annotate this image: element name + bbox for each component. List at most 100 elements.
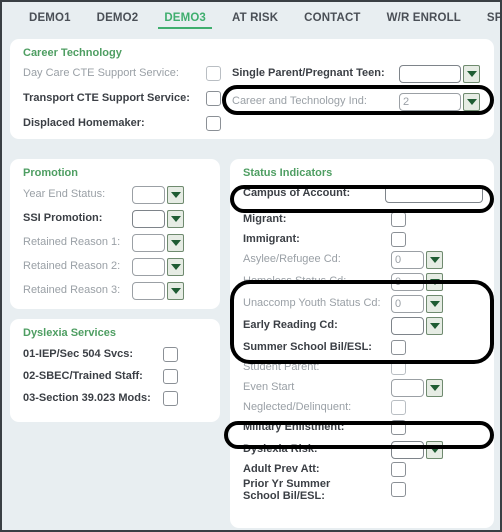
chevron-down-icon-retained-reason-1[interactable] <box>167 233 184 252</box>
triangle-glyph <box>429 322 440 329</box>
checkbox-military-enlistment[interactable] <box>391 420 406 435</box>
chevron-down-icon-even-start[interactable] <box>426 378 443 397</box>
checkbox-student-parent[interactable] <box>391 360 406 375</box>
field-row-unaccomp-youth-status-cd: Unaccomp Youth Status Cd: 0 <box>243 293 483 314</box>
field-label-year-end-status: Year End Status: <box>23 188 106 200</box>
panel-dyslexia-services: Dyslexia Services 01-IEP/Sec 504 Svcs: 02… <box>10 319 220 422</box>
tab-w-r-enroll[interactable]: W/R ENROLL <box>374 2 474 33</box>
field-label-retained-reason-1: Retained Reason 1: <box>23 236 121 248</box>
field-label-01-iep-sec-504-svcs: 01-IEP/Sec 504 Svcs: <box>23 348 134 360</box>
field-control-01-iep-sec-504-svcs <box>163 347 178 362</box>
field-row-career-and-technology-ind: Career and Technology Ind: 2 <box>232 91 482 112</box>
field-row-transport-cte-support-service: Transport CTE Support Service: <box>23 88 223 109</box>
field-row-military-enlistment: Military Enlistment: <box>243 417 483 438</box>
checkbox-01-iep-sec-504-svcs[interactable] <box>163 347 178 362</box>
field-row-ssi-promotion: SSI Promotion: <box>23 208 213 229</box>
field-control-03-section-39-023-mods <box>163 391 178 406</box>
triangle-glyph <box>429 300 440 307</box>
field-control-migrant <box>391 212 406 227</box>
chevron-down-icon-single-parent-pregnant-teen[interactable] <box>463 64 480 83</box>
select-value-even-start[interactable] <box>391 378 424 397</box>
field-row-homeless-status-cd: Homeless Status Cd: 0 <box>243 271 483 292</box>
chevron-down-icon-early-reading-cd[interactable] <box>426 316 443 335</box>
select-value-unaccomp-youth-status-cd[interactable]: 0 <box>391 294 424 313</box>
chevron-down-icon-homeless-status-cd[interactable] <box>426 272 443 291</box>
field-label-immigrant: Immigrant: <box>243 233 300 245</box>
section-title-status-indicators: Status Indicators <box>243 167 333 179</box>
triangle-glyph <box>429 384 440 391</box>
tab-spe[interactable]: SPE <box>474 2 500 33</box>
field-row-displaced-homemaker: Displaced Homemaker: <box>23 113 223 134</box>
checkbox-03-section-39-023-mods[interactable] <box>163 391 178 406</box>
chevron-down-icon-dyslexia-risk[interactable] <box>426 440 443 459</box>
field-row-migrant: Migrant: <box>243 209 483 230</box>
select-value-dyslexia-risk[interactable] <box>391 440 424 459</box>
select-value-ssi-promotion[interactable] <box>132 209 165 228</box>
field-control-year-end-status <box>132 185 184 204</box>
triangle-glyph <box>170 215 181 222</box>
tab-bar: DEMO1 DEMO2 DEMO3 AT RISK CONTACT W/R ENROLL S… <box>2 2 500 33</box>
tab-demo1[interactable]: DEMO1 <box>16 2 84 33</box>
chevron-down-icon-career-and-technology-ind[interactable] <box>463 92 480 111</box>
field-row-campus-of-account: Campus of Account: <box>243 183 483 204</box>
tab-at-risk[interactable]: AT RISK <box>219 2 291 33</box>
checkbox-day-care-cte-support-service[interactable] <box>206 66 221 81</box>
checkbox-neglected-delinquent[interactable] <box>391 400 406 415</box>
field-label-prior-yr-summer-school-bil-esl: Prior Yr Summer School Bil/ESL: <box>243 477 331 502</box>
section-title-career-technology: Career Technology <box>23 47 122 59</box>
panel-status-indicators: Status Indicators Campus of Account: Migr… <box>230 159 494 528</box>
chevron-down-icon-asylee-refugee-cd[interactable] <box>426 250 443 269</box>
checkbox-02-sbec-trained-staff[interactable] <box>163 369 178 384</box>
field-row-single-parent-pregnant-teen: Single Parent/Pregnant Teen: <box>232 63 482 84</box>
triangle-glyph <box>170 287 181 294</box>
field-row-day-care-cte-support-service: Day Care CTE Support Service: <box>23 63 223 84</box>
select-value-asylee-refugee-cd[interactable]: 0 <box>391 250 424 269</box>
checkbox-migrant[interactable] <box>391 212 406 227</box>
select-value-retained-reason-3[interactable] <box>132 281 165 300</box>
tab-demo3[interactable]: DEMO3 <box>151 2 219 33</box>
field-control-transport-cte-support-service <box>206 91 221 106</box>
checkbox-displaced-homemaker[interactable] <box>206 116 221 131</box>
field-control-campus-of-account <box>385 184 483 203</box>
chevron-down-icon-ssi-promotion[interactable] <box>167 209 184 228</box>
field-label-neglected-delinquent: Neglected/Delinquent: <box>243 401 352 413</box>
checkbox-adult-prev-att[interactable] <box>391 462 406 477</box>
triangle-glyph <box>466 70 477 77</box>
checkbox-transport-cte-support-service[interactable] <box>206 91 221 106</box>
field-control-day-care-cte-support-service <box>206 66 221 81</box>
select-value-year-end-status[interactable] <box>132 185 165 204</box>
chevron-down-icon-unaccomp-youth-status-cd[interactable] <box>426 294 443 313</box>
chevron-down-icon-year-end-status[interactable] <box>167 185 184 204</box>
field-row-summer-school-bil-esl: Summer School Bil/ESL: <box>243 337 483 358</box>
select-value-single-parent-pregnant-teen[interactable] <box>399 64 461 83</box>
form-body: Career Technology Day Care CTE Support S… <box>2 33 500 530</box>
checkbox-prior-yr-summer-school-bil-esl[interactable] <box>391 482 406 497</box>
select-value-retained-reason-2[interactable] <box>132 257 165 276</box>
tab-demo2[interactable]: DEMO2 <box>84 2 152 33</box>
field-label-ssi-promotion: SSI Promotion: <box>23 212 103 224</box>
select-value-early-reading-cd[interactable] <box>391 316 424 335</box>
checkbox-summer-school-bil-esl[interactable] <box>391 340 406 355</box>
field-label-retained-reason-2: Retained Reason 2: <box>23 260 121 272</box>
chevron-down-icon-retained-reason-2[interactable] <box>167 257 184 276</box>
section-title-dyslexia-services: Dyslexia Services <box>23 327 116 339</box>
field-label-day-care-cte-support-service: Day Care CTE Support Service: <box>23 67 179 79</box>
field-row-retained-reason-2: Retained Reason 2: <box>23 256 213 277</box>
select-value-retained-reason-1[interactable] <box>132 233 165 252</box>
section-title-promotion: Promotion <box>23 167 78 179</box>
panel-promotion: Promotion Year End Status: SSI Promotion:… <box>10 159 220 309</box>
field-control-career-and-technology-ind: 2 <box>399 92 480 111</box>
select-value-homeless-status-cd[interactable]: 0 <box>391 272 424 291</box>
checkbox-immigrant[interactable] <box>391 232 406 247</box>
select-value-career-and-technology-ind[interactable]: 2 <box>399 92 461 111</box>
text-input-campus-of-account[interactable] <box>385 184 483 203</box>
field-row-01-iep-sec-504-svcs: 01-IEP/Sec 504 Svcs: <box>23 344 213 365</box>
field-control-homeless-status-cd: 0 <box>391 272 443 291</box>
chevron-down-icon-retained-reason-3[interactable] <box>167 281 184 300</box>
field-control-student-parent <box>391 360 406 375</box>
field-row-asylee-refugee-cd: Asylee/Refugee Cd: 0 <box>243 249 483 270</box>
field-row-retained-reason-3: Retained Reason 3: <box>23 280 213 301</box>
field-label-adult-prev-att: Adult Prev Att: <box>243 463 320 475</box>
field-control-even-start <box>391 378 443 397</box>
tab-contact[interactable]: CONTACT <box>291 2 373 33</box>
